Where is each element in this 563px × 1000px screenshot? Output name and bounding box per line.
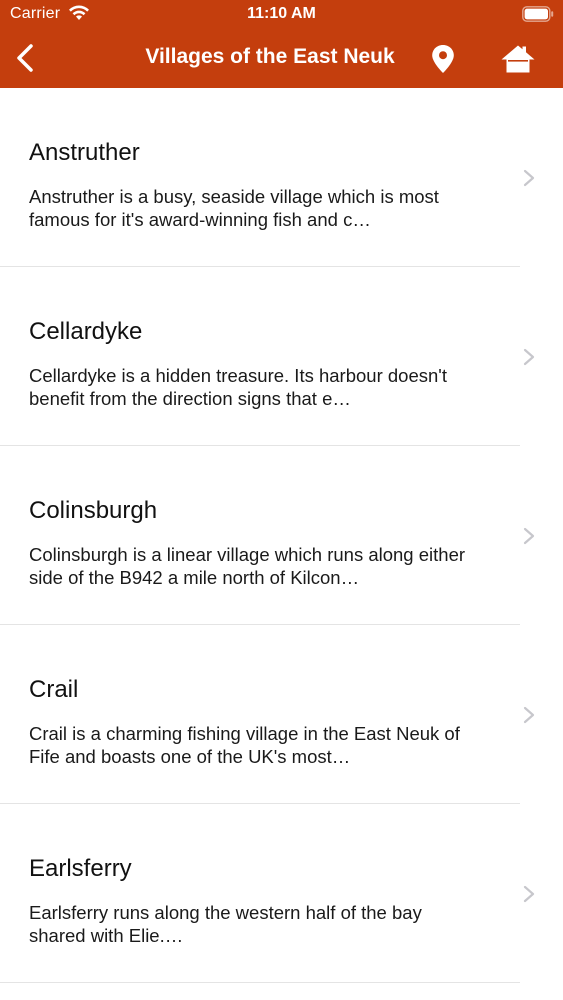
battery-icon — [522, 6, 554, 22]
back-icon[interactable] — [8, 40, 44, 76]
chevron-right-icon — [523, 348, 535, 366]
chevron-right-icon — [523, 169, 535, 187]
map-pin-icon[interactable] — [430, 44, 456, 74]
village-title: Crail — [29, 676, 79, 703]
village-description: Earlsferry runs along the western half o… — [29, 902, 422, 946]
village-title: Earlsferry — [29, 855, 132, 882]
village-description: Cellardyke is a hidden treasure. Its har… — [29, 365, 447, 409]
list-item[interactable]: Colinsburgh Colinsburgh is a linear vill… — [0, 446, 563, 625]
village-description: Colinsburgh is a linear village which ru… — [29, 544, 466, 588]
list-item[interactable]: Cellardyke Cellardyke is a hidden treasu… — [0, 267, 563, 446]
list-item[interactable]: Crail Crail is a charming fishing villag… — [0, 625, 563, 804]
home-icon[interactable] — [500, 44, 536, 74]
navigation-bar: Villages of the East Neuk — [0, 30, 563, 88]
header-bar: Carrier 11:10 AM Villages of the East Ne… — [0, 0, 563, 88]
list-item[interactable]: Anstruther Anstruther is a busy, seaside… — [0, 88, 563, 267]
village-description: Anstruther is a busy, seaside village wh… — [29, 186, 439, 230]
village-title: Anstruther — [29, 139, 140, 166]
list-item[interactable]: Earlsferry Earlsferry runs along the wes… — [0, 804, 563, 983]
app-screen: Carrier 11:10 AM Villages of the East Ne… — [0, 0, 563, 1000]
village-title: Cellardyke — [29, 318, 143, 345]
village-description: Crail is a charming fishing village in t… — [29, 723, 460, 767]
chevron-right-icon — [523, 527, 535, 545]
status-bar: Carrier 11:10 AM — [0, 0, 563, 30]
chevron-right-icon — [523, 885, 535, 903]
chevron-right-icon — [523, 706, 535, 724]
village-title: Colinsburgh — [29, 497, 158, 524]
page-title: Villages of the East Neuk — [145, 45, 395, 68]
status-time: 11:10 AM — [247, 5, 316, 22]
village-list: Anstruther Anstruther is a busy, seaside… — [0, 88, 563, 1000]
row-divider — [0, 982, 520, 983]
